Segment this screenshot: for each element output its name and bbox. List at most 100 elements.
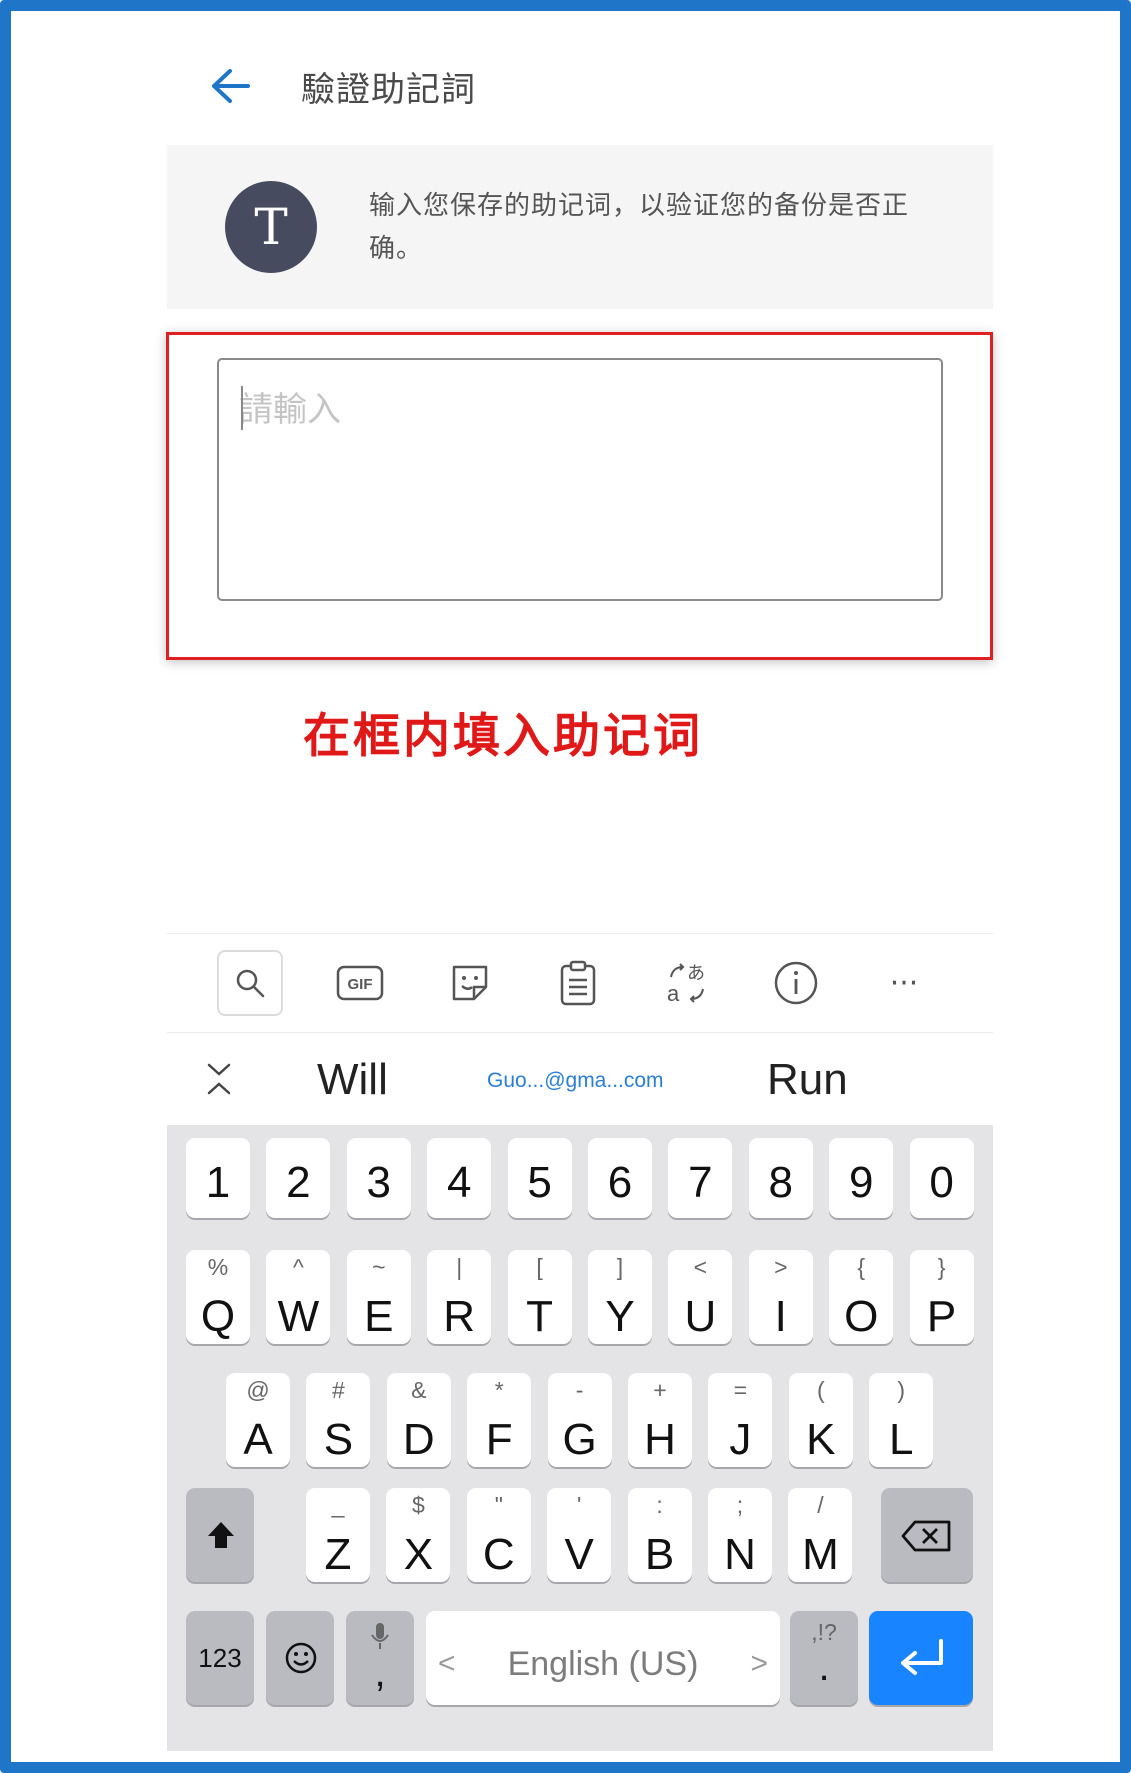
collapse-keyboard-icon[interactable]	[205, 1061, 233, 1101]
key-symbol: "	[494, 1492, 503, 1518]
key-symbol: '	[576, 1492, 582, 1518]
backspace-key[interactable]	[881, 1488, 973, 1582]
key-label: Q	[200, 1292, 236, 1341]
key-1[interactable]: 1	[186, 1138, 250, 1218]
key-label: E	[364, 1292, 394, 1341]
key-l[interactable]: ) L	[869, 1373, 934, 1467]
enter-key[interactable]	[869, 1611, 973, 1705]
key-e[interactable]: ~ E	[346, 1250, 411, 1344]
key-c[interactable]: " C	[466, 1488, 531, 1582]
sticker-icon[interactable]	[437, 950, 503, 1016]
key-i[interactable]: > I	[748, 1250, 813, 1344]
suggestion-middle[interactable]: Guo...@gma...com	[487, 1069, 664, 1093]
key-t[interactable]: [T	[507, 1250, 572, 1344]
key-0[interactable]: 0	[909, 1138, 974, 1218]
period-key[interactable]: ,!? .	[790, 1611, 858, 1705]
suggestion-right[interactable]: Run	[767, 1055, 848, 1105]
key-label: W	[277, 1292, 320, 1341]
text-caret	[241, 386, 243, 430]
key-j[interactable]: = J	[708, 1373, 773, 1467]
key-a[interactable]: @ A	[226, 1373, 290, 1467]
key-3[interactable]: 3	[346, 1138, 411, 1218]
key-symbol: -	[575, 1377, 584, 1403]
key-k[interactable]: (K	[788, 1373, 853, 1467]
key-g[interactable]: -G	[547, 1373, 612, 1467]
period-label: .	[818, 1645, 830, 1689]
back-arrow-icon[interactable]	[207, 63, 253, 109]
avatar: T	[225, 181, 317, 273]
key-label: H	[644, 1415, 676, 1464]
suggestion-left[interactable]: Will	[317, 1055, 388, 1105]
key-y[interactable]: ] Y	[588, 1250, 652, 1344]
key-symbol: [	[536, 1254, 543, 1280]
key-label: 6	[607, 1158, 633, 1207]
key-label: 4	[446, 1158, 472, 1207]
search-icon[interactable]	[217, 950, 283, 1016]
key-label: D	[402, 1415, 435, 1464]
translate-icon[interactable]: aあ	[654, 950, 720, 1016]
annotation-text: 在框内填入助记词	[303, 709, 703, 764]
shift-key[interactable]	[186, 1488, 254, 1582]
key-8[interactable]: 8	[748, 1138, 813, 1218]
key-label: V	[564, 1530, 594, 1579]
key-x[interactable]: $ X	[386, 1488, 451, 1582]
key-9[interactable]: 9	[829, 1138, 894, 1218]
key-symbol: ]	[616, 1254, 624, 1280]
period-key-symbols: ,!?	[811, 1619, 837, 1645]
comma-key[interactable]: ,	[346, 1611, 414, 1705]
key-o[interactable]: {O	[829, 1250, 894, 1344]
key-symbol: @	[246, 1377, 270, 1403]
clipboard-icon[interactable]	[545, 950, 611, 1016]
key-symbol: ;	[736, 1492, 744, 1518]
key-label: 7	[688, 1158, 713, 1207]
key-6[interactable]: 6	[588, 1138, 652, 1218]
key-7[interactable]: 7	[668, 1138, 733, 1218]
more-icon[interactable]: ···	[871, 950, 937, 1016]
key-label: C	[482, 1530, 515, 1579]
key-w[interactable]: ^ W	[266, 1250, 331, 1344]
info-icon[interactable]	[763, 950, 829, 1016]
key-s[interactable]: # S	[306, 1373, 371, 1467]
svg-text:あ: あ	[687, 963, 705, 984]
key-label: A	[243, 1415, 273, 1464]
space-right-chevron: >	[750, 1647, 768, 1680]
key-label: Z	[324, 1530, 352, 1579]
mnemonic-input-box[interactable]	[217, 358, 943, 601]
key-label: 8	[768, 1158, 794, 1207]
key-h[interactable]: + H	[628, 1373, 692, 1467]
enter-icon	[901, 1639, 943, 1675]
key-r[interactable]: | R	[427, 1250, 492, 1344]
numbers-key[interactable]: 123	[186, 1611, 254, 1705]
key-5[interactable]: 5	[507, 1138, 572, 1218]
key-z[interactable]: _ Z	[306, 1488, 370, 1582]
key-d[interactable]: & D	[386, 1373, 451, 1467]
key-2[interactable]: 2	[266, 1138, 331, 1218]
key-label: I	[774, 1292, 787, 1341]
svg-text:a: a	[667, 981, 680, 1006]
key-f[interactable]: * F	[467, 1373, 532, 1467]
key-q[interactable]: % Q	[186, 1250, 250, 1344]
key-m[interactable]: / M	[788, 1488, 853, 1582]
key-v[interactable]: ' V	[547, 1488, 612, 1582]
key-label: M	[802, 1530, 839, 1579]
key-label: X	[403, 1530, 434, 1579]
key-4[interactable]: 4	[427, 1138, 492, 1218]
key-label: J	[729, 1415, 752, 1464]
emoji-key[interactable]	[266, 1611, 334, 1705]
key-b[interactable]: :B	[627, 1488, 692, 1582]
key-label: B	[644, 1530, 675, 1579]
key-u[interactable]: < U	[668, 1250, 733, 1344]
space-key[interactable]: < English (US) >	[426, 1611, 780, 1705]
key-label: O	[844, 1292, 879, 1341]
key-label: 9	[848, 1158, 874, 1207]
gif-icon[interactable]: GIF	[327, 950, 393, 1016]
key-symbol: :	[656, 1492, 663, 1518]
key-label: N	[724, 1530, 756, 1579]
svg-text:GIF: GIF	[348, 976, 373, 993]
key-label: U	[684, 1292, 717, 1341]
key-n[interactable]: ; N	[708, 1488, 772, 1582]
key-p[interactable]: } P	[909, 1250, 974, 1344]
key-symbol: +	[653, 1377, 667, 1403]
key-label: T	[526, 1292, 554, 1341]
mnemonic-input[interactable]	[219, 360, 941, 599]
